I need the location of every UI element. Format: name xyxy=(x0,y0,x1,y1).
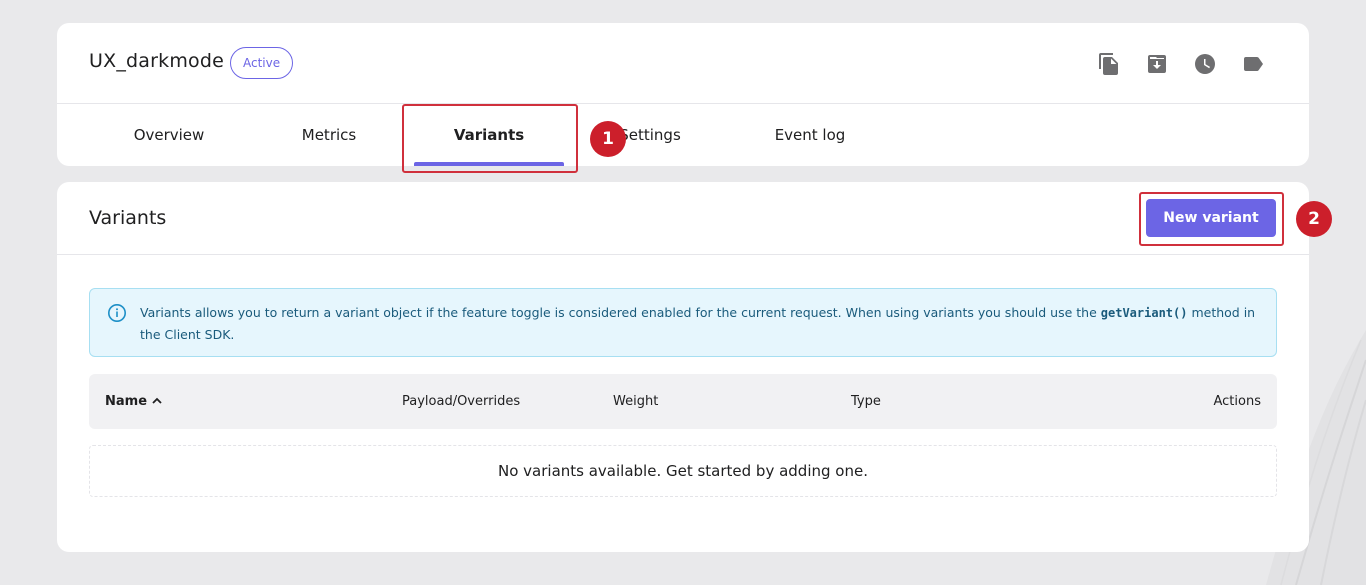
step-marker-1: 1 xyxy=(590,121,626,157)
column-type: Type xyxy=(851,394,881,409)
tab-event-log[interactable]: Event log xyxy=(730,104,890,166)
info-code: getVariant() xyxy=(1100,306,1188,320)
column-actions: Actions xyxy=(1213,394,1262,409)
feature-header-top: UX_darkmode Active xyxy=(57,23,1309,104)
info-icon xyxy=(107,303,127,323)
clock-icon xyxy=(1193,54,1217,80)
tab-overview[interactable]: Overview xyxy=(89,104,249,166)
history-button[interactable] xyxy=(1193,52,1217,76)
info-text: Variants allows you to return a variant … xyxy=(140,305,1256,342)
archive-icon xyxy=(1145,55,1169,80)
feature-name: UX_darkmode xyxy=(89,50,225,72)
sort-ascending-icon xyxy=(152,397,162,404)
feature-header-card: UX_darkmode Active Overview Metrics Vari… xyxy=(57,23,1309,166)
column-weight: Weight xyxy=(613,394,659,409)
tag-icon xyxy=(1241,57,1265,80)
status-badge: Active xyxy=(230,47,294,79)
new-variant-highlight xyxy=(1139,192,1284,246)
info-alert: Variants allows you to return a variant … xyxy=(89,288,1277,357)
variants-table-header: Name Payload/Overrides Weight Type Actio… xyxy=(89,374,1277,429)
variants-card: Variants New variant Variants allows you… xyxy=(57,182,1309,552)
tab-metrics[interactable]: Metrics xyxy=(249,104,409,166)
column-name[interactable]: Name xyxy=(105,374,163,429)
tag-button[interactable] xyxy=(1241,52,1265,76)
variants-tab-highlight xyxy=(402,104,578,173)
empty-state-message: No variants available. Get started by ad… xyxy=(89,445,1277,497)
archive-button[interactable] xyxy=(1145,52,1169,76)
step-marker-2: 2 xyxy=(1296,201,1332,237)
column-payload-overrides: Payload/Overrides xyxy=(402,394,521,409)
variants-header: Variants New variant xyxy=(57,182,1309,255)
copy-icon xyxy=(1097,53,1121,80)
copy-button[interactable] xyxy=(1097,52,1121,76)
variants-title: Variants xyxy=(89,207,167,229)
